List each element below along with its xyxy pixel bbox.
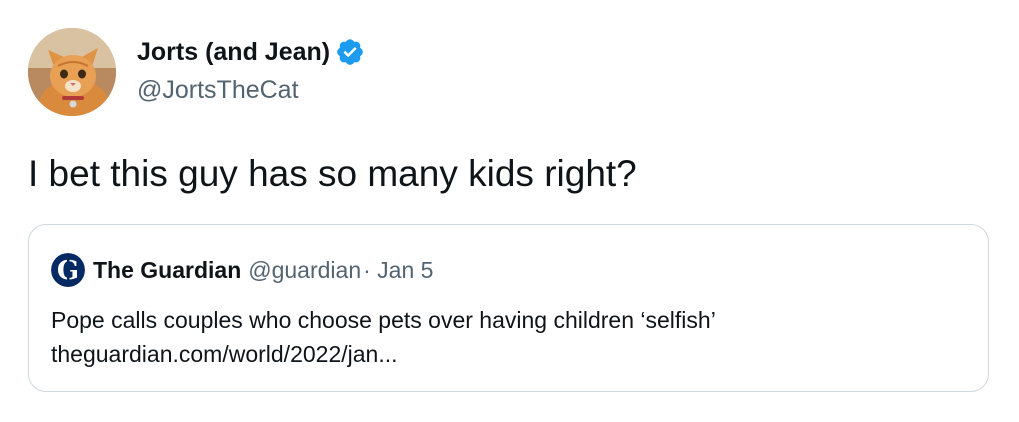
quoted-tweet-header: G The Guardian @guardian · Jan 5 [51,253,434,287]
tweet-text: I bet this guy has so many kids right? [28,153,637,194]
author-info: Jorts (and Jean) @JortsTheCat [137,36,365,106]
author-display-name[interactable]: Jorts (and Jean) [137,36,330,68]
quoted-tweet-card[interactable]: G The Guardian @guardian · Jan 5 Pope ca… [28,224,989,392]
author-name-row: Jorts (and Jean) [137,36,365,68]
guardian-logo-icon: G [51,253,85,287]
author-avatar[interactable] [28,28,116,116]
verified-badge-icon [335,37,365,67]
quoted-tweet-body: Pope calls couples who choose pets over … [51,303,716,371]
quoted-tweet-date: · Jan 5 [363,256,434,283]
author-handle[interactable]: @JortsTheCat [137,74,365,106]
quoted-tweet-link: theguardian.com/world/2022/jan... [51,341,398,367]
quoted-tweet-headline: Pope calls couples who choose pets over … [51,307,716,333]
quoted-author-handle: @guardian [248,256,362,283]
quoted-author-name: The Guardian [93,256,242,283]
orange-cat-avatar-icon [28,28,116,116]
tweet: Jorts (and Jean) @JortsTheCat I bet this… [0,0,1019,422]
